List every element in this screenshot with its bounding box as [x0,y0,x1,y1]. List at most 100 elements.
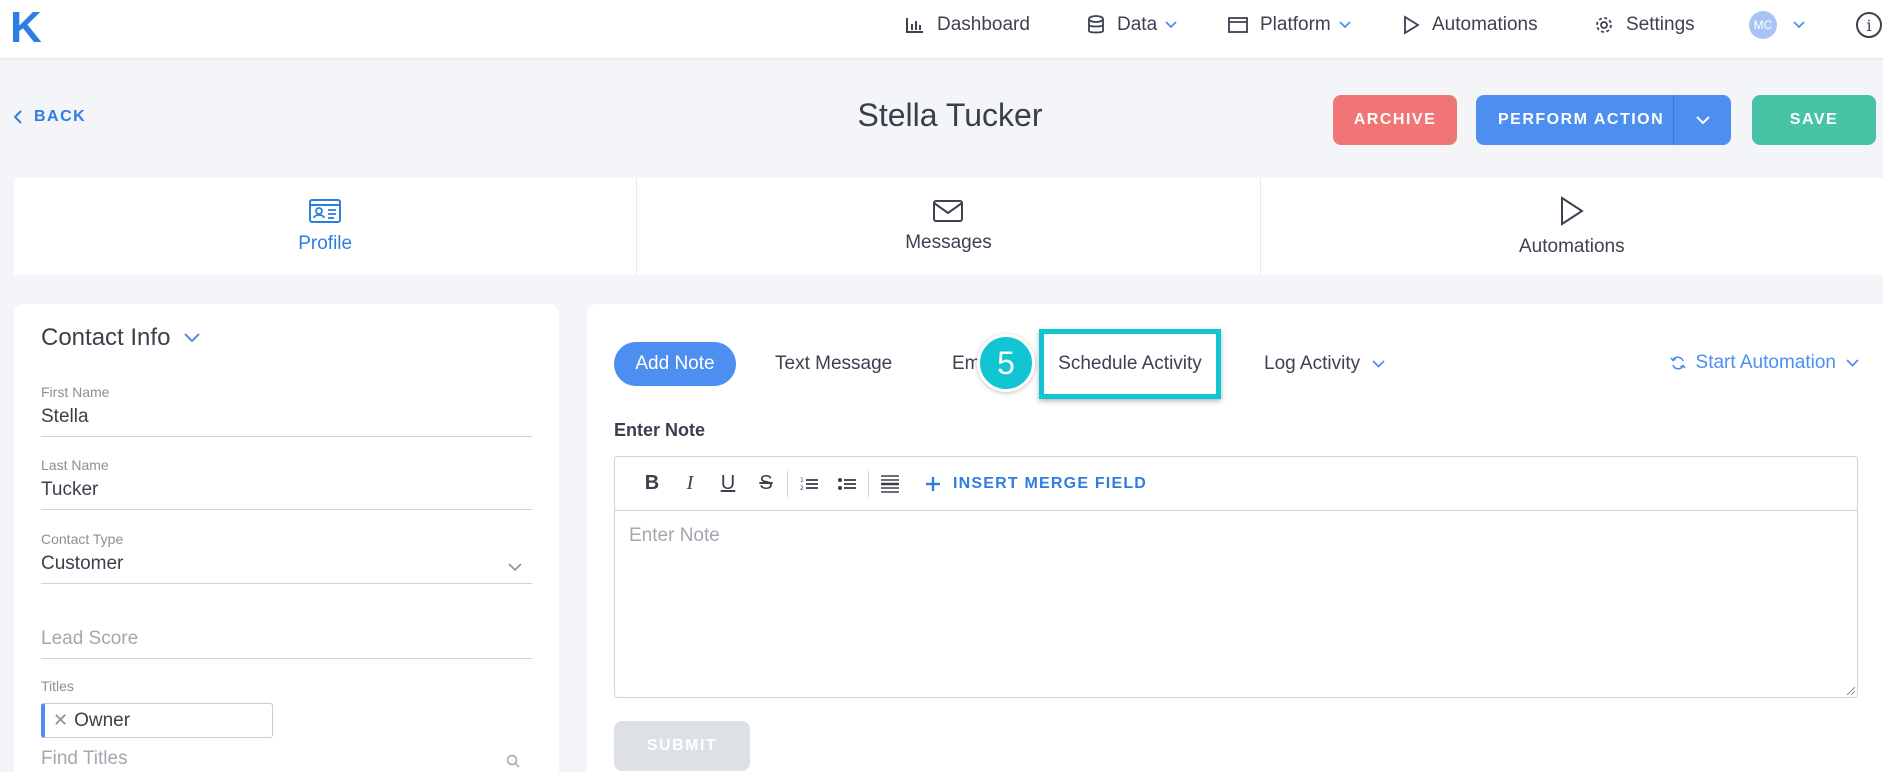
tab-automations[interactable]: Automations [1261,178,1883,275]
chevron-down-icon [1165,21,1177,29]
envelope-icon [933,199,964,222]
user-menu[interactable]: MC [1749,0,1805,50]
nav-platform[interactable]: Platform [1228,0,1351,50]
chevron-down-icon [1695,115,1710,124]
tab-profile-label: Profile [298,232,353,254]
find-titles-input[interactable]: Find Titles [41,748,532,770]
bullet-list-button[interactable] [828,469,866,499]
lead-score-placeholder: Lead Score [41,628,139,649]
log-activity-label: Log Activity [1264,353,1361,374]
avatar: MC [1749,11,1777,39]
perform-action-dropdown[interactable] [1673,95,1731,145]
nav-data[interactable]: Data [1087,0,1177,50]
top-navbar: K Dashboard Data Platform Automations Se… [0,0,1883,58]
bullet-list-icon [838,477,856,490]
svg-text:1: 1 [800,477,804,484]
app-logo[interactable]: K [10,6,42,50]
contact-info-panel: Contact Info First Name Stella Last Name… [14,304,559,772]
nav-automations-label: Automations [1432,14,1538,35]
italic-button[interactable]: I [671,469,709,499]
nav-dashboard-label: Dashboard [937,14,1030,35]
contact-type-select[interactable]: Contact Type Customer [41,531,532,584]
search-icon [506,754,520,768]
horizontal-rule-button[interactable] [871,469,909,499]
note-placeholder: Enter Note [629,525,720,546]
nav-dashboard[interactable]: Dashboard [905,0,1030,50]
tab-automations-label: Automations [1519,235,1625,257]
editor-toolbar: B I U S 12 INSERT MERGE FIELD [615,457,1857,511]
contact-type-label: Contact Type [41,531,124,547]
last-name-value: Tucker [41,479,99,500]
enter-note-label: Enter Note [614,420,706,440]
tab-messages-label: Messages [905,231,992,253]
save-button[interactable]: SAVE [1752,95,1876,145]
note-textarea[interactable]: Enter Note [615,511,1857,561]
ordered-list-button[interactable]: 12 [790,469,828,499]
first-name-value: Stella [41,406,89,427]
record-tabs: Profile Messages Automations [14,178,1883,275]
activity-panel: Add Note Text Message Em Schedule Activi… [587,304,1883,772]
resize-handle-icon[interactable] [1845,685,1855,695]
chevron-down-icon [1339,21,1351,29]
refresh-icon [1669,356,1686,370]
database-icon [1088,15,1104,34]
tab-schedule-activity[interactable]: Schedule Activity [1039,329,1221,399]
note-editor: B I U S 12 INSERT MERGE FIELD Enter Note [614,456,1858,698]
bar-chart-icon [906,18,923,33]
archive-button[interactable]: ARCHIVE [1333,95,1457,145]
info-button[interactable]: i [1856,0,1882,50]
start-automation-button[interactable]: Start Automation [1669,352,1859,374]
bold-button[interactable]: B [633,469,671,499]
title-tag-label: Owner [74,709,131,731]
toolbar-divider [787,470,788,497]
last-name-field[interactable]: Last Name Tucker [41,457,532,510]
page-title: Stella Tucker [857,97,1043,133]
strikethrough-button[interactable]: S [747,469,785,499]
nav-automations[interactable]: Automations [1402,0,1538,50]
first-name-label: First Name [41,384,110,400]
tab-add-note[interactable]: Add Note [614,342,736,386]
window-icon [1228,17,1248,33]
tab-profile[interactable]: Profile [14,178,638,275]
start-automation-label: Start Automation [1695,352,1836,373]
perform-action-button[interactable]: PERFORM ACTION [1476,95,1731,145]
find-titles-placeholder: Find Titles [41,748,128,769]
first-name-field[interactable]: First Name Stella [41,384,532,437]
chevron-down-icon [508,563,522,571]
nav-platform-label: Platform [1260,14,1331,35]
chevron-down-icon [1846,359,1859,367]
title-tag: ✕ Owner [41,703,273,738]
tab-text-message[interactable]: Text Message [775,342,892,386]
nav-settings-label: Settings [1626,14,1695,35]
svg-text:2: 2 [800,485,804,492]
contact-type-value: Customer [41,553,124,574]
chevron-left-icon [14,110,22,124]
plus-icon [926,476,940,491]
back-label: BACK [34,108,87,125]
insert-merge-field-label: INSERT MERGE FIELD [953,474,1148,492]
contact-info-heading: Contact Info [41,324,171,351]
submit-button[interactable]: SUBMIT [614,721,750,771]
chevron-down-icon [184,333,201,343]
back-button[interactable]: BACK [14,108,86,126]
tab-log-activity[interactable]: Log Activity [1264,342,1385,386]
chevron-down-icon [1372,360,1385,368]
perform-action-label: PERFORM ACTION [1498,111,1665,128]
nav-settings[interactable]: Settings [1594,0,1695,50]
contact-info-toggle[interactable]: Contact Info [41,324,201,352]
gear-icon [1596,17,1612,33]
remove-tag-icon[interactable]: ✕ [53,710,68,731]
id-card-icon [309,198,342,223]
lead-score-input[interactable]: Lead Score [41,628,532,659]
titles-label: Titles [41,678,74,694]
nav-data-label: Data [1117,14,1158,35]
info-icon: i [1856,12,1882,38]
play-icon [1404,15,1420,35]
underline-button[interactable]: U [709,469,747,499]
toolbar-divider [868,470,869,497]
tab-messages[interactable]: Messages [637,178,1261,275]
play-icon [1560,195,1584,226]
step-badge: 5 [977,334,1035,392]
chevron-down-icon [1793,21,1805,29]
insert-merge-field-button[interactable]: INSERT MERGE FIELD [925,475,1147,493]
